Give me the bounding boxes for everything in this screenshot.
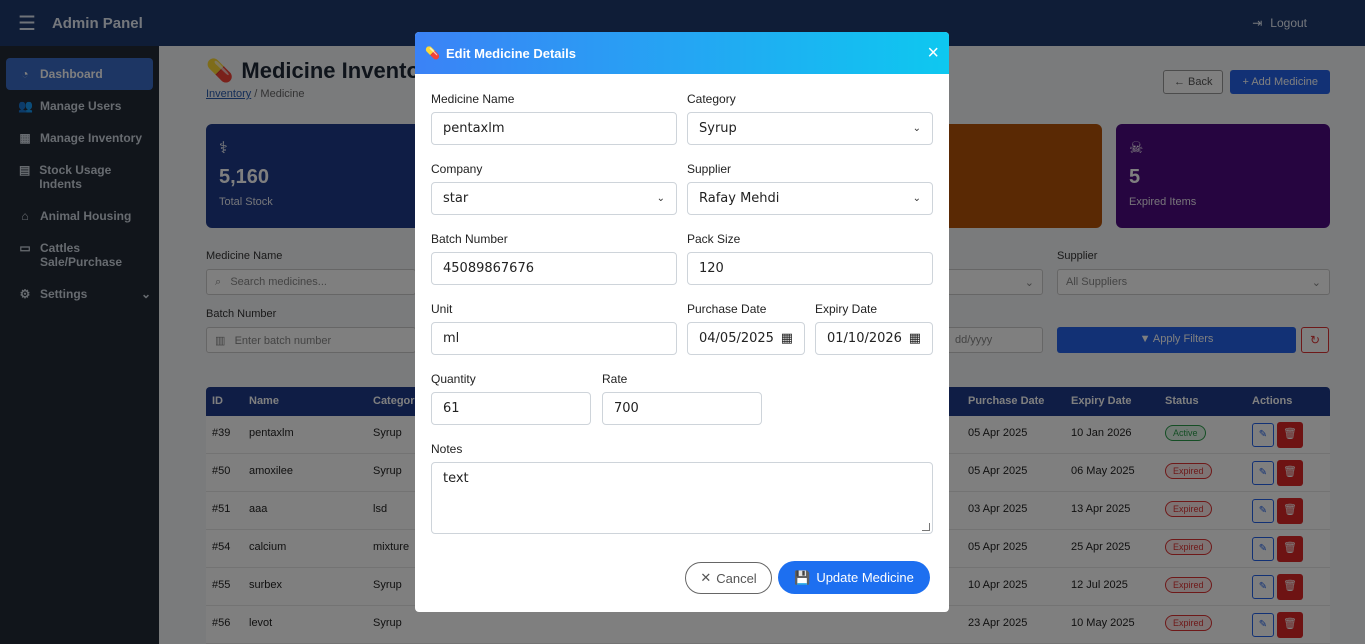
expiry-date-label: Expiry Date bbox=[815, 302, 878, 316]
medicine-name-value: pentaxlm bbox=[443, 121, 505, 136]
company-select[interactable]: star ⌄ bbox=[431, 182, 677, 215]
medicine-name-label: Medicine Name bbox=[431, 92, 515, 106]
unit-label: Unit bbox=[431, 302, 453, 316]
expiry-date-input[interactable]: 01/10/2026 ▦ bbox=[815, 322, 933, 355]
calendar-icon[interactable]: ▦ bbox=[909, 331, 921, 346]
edit-medicine-modal: 💊 Edit Medicine Details × Medicine Name … bbox=[415, 32, 949, 612]
notes-textarea[interactable]: text bbox=[431, 462, 933, 534]
unit-input[interactable]: ml bbox=[431, 322, 677, 355]
category-value: Syrup bbox=[699, 121, 737, 136]
chevron-down-icon: ⌄ bbox=[656, 193, 665, 204]
resize-handle-icon[interactable] bbox=[922, 523, 930, 531]
pills-icon: 💊 bbox=[425, 46, 440, 60]
medicine-name-input[interactable]: pentaxlm bbox=[431, 112, 677, 145]
close-icon: ✕ bbox=[700, 570, 712, 585]
batch-number-label: Batch Number bbox=[431, 232, 508, 246]
notes-label: Notes bbox=[431, 442, 463, 456]
company-label: Company bbox=[431, 162, 483, 176]
pack-size-value: 120 bbox=[699, 261, 724, 276]
modal-header: 💊 Edit Medicine Details × bbox=[415, 32, 949, 74]
purchase-date-label: Purchase Date bbox=[687, 302, 767, 316]
notes-value: text bbox=[443, 471, 469, 486]
supplier-value: Rafay Mehdi bbox=[699, 191, 780, 206]
unit-value: ml bbox=[443, 331, 460, 346]
quantity-input[interactable]: 61 bbox=[431, 392, 591, 425]
chevron-down-icon: ⌄ bbox=[912, 193, 921, 204]
supplier-select[interactable]: Rafay Mehdi ⌄ bbox=[687, 182, 933, 215]
modal-title: Edit Medicine Details bbox=[445, 45, 576, 61]
save-icon: 💾 bbox=[794, 569, 811, 585]
category-label: Category bbox=[687, 92, 736, 106]
update-label: Update Medicine bbox=[816, 570, 914, 585]
expiry-date-value: 01/10/2026 bbox=[827, 331, 902, 346]
batch-number-value: 45089867676 bbox=[443, 261, 534, 276]
rate-input[interactable]: 700 bbox=[602, 392, 762, 425]
category-select[interactable]: Syrup ⌄ bbox=[687, 112, 933, 145]
calendar-icon[interactable]: ▦ bbox=[781, 331, 793, 346]
supplier-label: Supplier bbox=[687, 162, 732, 176]
company-value: star bbox=[443, 191, 469, 206]
chevron-down-icon: ⌄ bbox=[912, 123, 921, 134]
purchase-date-value: 04/05/2025 bbox=[699, 331, 774, 346]
rate-value: 700 bbox=[614, 401, 639, 416]
rate-label: Rate bbox=[602, 372, 628, 386]
batch-number-input[interactable]: 45089867676 bbox=[431, 252, 677, 285]
update-medicine-button[interactable]: 💾 Update Medicine bbox=[778, 561, 930, 594]
purchase-date-input[interactable]: 04/05/2025 ▦ bbox=[687, 322, 805, 355]
quantity-label: Quantity bbox=[431, 372, 476, 386]
cancel-button[interactable]: ✕ Cancel bbox=[685, 562, 772, 594]
quantity-value: 61 bbox=[443, 401, 460, 416]
pack-size-input[interactable]: 120 bbox=[687, 252, 933, 285]
pack-size-label: Pack Size bbox=[687, 232, 741, 246]
close-icon[interactable]: × bbox=[927, 43, 939, 63]
cancel-label: Cancel bbox=[716, 570, 757, 586]
